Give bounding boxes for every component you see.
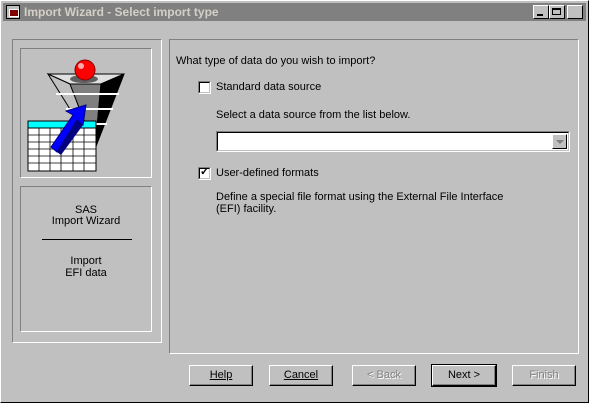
back-button[interactable]: < Back [352,365,416,386]
info-divider [42,239,132,240]
user-defined-formats-checkbox[interactable]: ✓ [198,166,211,180]
data-source-hint: Select a data source from the list below… [216,109,411,121]
cancel-button-label: Cancel [283,369,319,381]
wizard-info-box: SAS Import Wizard Import EFI data [20,186,152,332]
maximize-icon [552,8,561,15]
close-icon: ✕ [570,6,580,18]
step-title-line1: Import [70,255,102,267]
help-button[interactable]: Help [189,365,253,386]
import-type-question: What type of data do you wish to import? [176,55,376,67]
back-button-label: < Back [367,369,401,381]
minimize-button[interactable] [533,5,549,19]
user-defined-description: Define a special file format using the E… [216,191,504,215]
app-window-icon[interactable] [6,5,20,19]
close-button[interactable]: ✕ [567,5,583,19]
wizard-name: Import Wizard [51,215,121,227]
step-title-line2: EFI data [65,267,107,279]
chevron-down-icon [556,140,564,144]
next-button-label: Next > [447,369,481,381]
wizard-illustration-box [20,48,152,178]
help-button-label: Help [209,369,233,381]
title-bar[interactable]: Import Wizard - Select import type ✕ [3,3,586,21]
window-title: Import Wizard - Select import type [24,5,219,19]
cancel-button[interactable]: Cancel [269,365,333,386]
minimize-icon [537,14,543,16]
user-defined-formats-label[interactable]: User-defined formats [216,167,319,179]
maximize-button[interactable] [549,5,565,19]
finish-button-label: Finish [529,369,559,381]
standard-data-source-label[interactable]: Standard data source [216,81,321,93]
next-button[interactable]: Next > [431,364,497,387]
standard-data-source-checkbox[interactable] [198,81,211,94]
dropdown-button[interactable] [552,134,567,149]
data-source-select[interactable] [216,131,570,152]
import-wizard-window: Import Wizard - Select import type ✕ SAS… [0,0,589,403]
import-pyramid-illustration [27,59,125,172]
finish-button[interactable]: Finish [512,365,576,386]
checkmark-icon: ✓ [200,166,210,178]
